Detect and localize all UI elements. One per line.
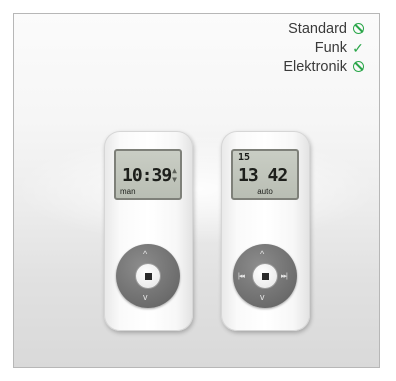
control-wheel[interactable]: ^ v bbox=[116, 244, 180, 308]
check-icon: ✓ bbox=[352, 40, 364, 56]
up-arrow-icon[interactable]: ^ bbox=[143, 250, 147, 259]
down-arrow-icon[interactable]: v bbox=[143, 293, 148, 302]
feature-funk: Funk ✓ bbox=[283, 39, 365, 58]
lcd-mode: man bbox=[120, 187, 136, 196]
stop-button[interactable] bbox=[136, 264, 160, 288]
remote-control-auto: 15 13 42 auto ^ |◂◂ ▸▸| v bbox=[221, 131, 310, 331]
stop-icon bbox=[144, 272, 152, 280]
stop-button[interactable] bbox=[253, 264, 277, 288]
up-down-arrows-icon: ▲ ▼ bbox=[172, 166, 177, 184]
up-arrow-icon[interactable]: ^ bbox=[260, 250, 264, 259]
feature-label: Elektronik bbox=[283, 59, 347, 75]
no-sign-icon bbox=[351, 58, 365, 77]
feature-list: Standard Funk ✓ Elektronik bbox=[283, 20, 365, 77]
product-panel: Standard Funk ✓ Elektronik 10:39 ▲ ▼ man … bbox=[13, 13, 380, 368]
no-sign-icon bbox=[351, 20, 365, 39]
lcd-time: 10:39 bbox=[122, 165, 172, 186]
lcd-time: 13 42 bbox=[238, 165, 288, 186]
background-highlight bbox=[14, 134, 379, 244]
stop-icon bbox=[261, 272, 269, 280]
lcd-display: 10:39 ▲ ▼ man bbox=[114, 149, 182, 200]
feature-standard: Standard bbox=[283, 20, 365, 39]
remote-control-manual: 10:39 ▲ ▼ man ^ v bbox=[104, 131, 193, 331]
lcd-date: 15 bbox=[238, 152, 251, 163]
lcd-display: 15 13 42 auto bbox=[231, 149, 299, 200]
down-arrow-icon[interactable]: v bbox=[260, 293, 265, 302]
lcd-mode: auto bbox=[257, 187, 273, 196]
feature-label: Funk bbox=[314, 40, 347, 56]
control-wheel[interactable]: ^ |◂◂ ▸▸| v bbox=[233, 244, 297, 308]
skip-forward-icon[interactable]: ▸▸| bbox=[281, 272, 288, 281]
skip-back-icon[interactable]: |◂◂ bbox=[238, 272, 245, 281]
feature-label: Standard bbox=[288, 21, 347, 37]
feature-elektronik: Elektronik bbox=[283, 58, 365, 77]
